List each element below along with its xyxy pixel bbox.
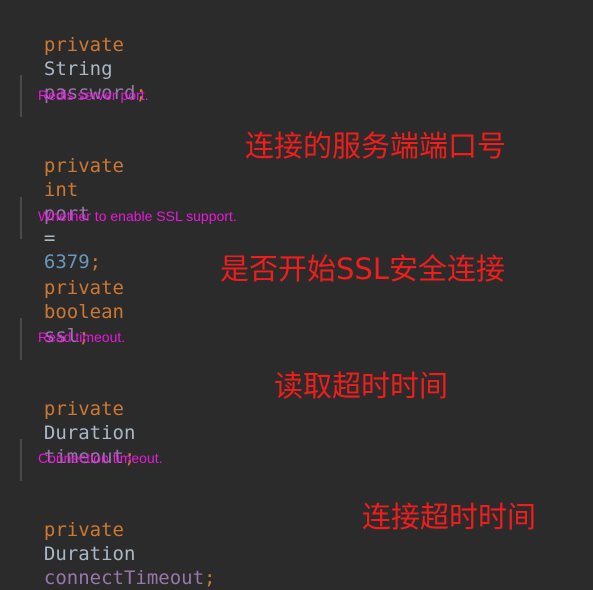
- type-duration: Duration: [43, 422, 136, 444]
- type-duration: Duration: [43, 543, 136, 565]
- assign-operator: =: [43, 227, 56, 249]
- type-string: String: [43, 58, 113, 80]
- keyword-private: private: [43, 519, 124, 541]
- keyword-private: private: [43, 398, 124, 420]
- keyword-private: private: [43, 155, 124, 177]
- type-int: int: [43, 179, 79, 201]
- keyword-private: private: [43, 277, 124, 299]
- doc-comment-timeout: Read timeout.: [38, 329, 126, 345]
- doc-comment-bar: [20, 439, 22, 481]
- annotation-timeout: 读取超时时间: [274, 369, 449, 403]
- annotation-connect-timeout: 连接超时时间: [362, 500, 537, 534]
- doc-comment-port: Redis server port.: [38, 87, 149, 103]
- annotation-ssl: 是否开始SSL安全连接: [220, 252, 505, 286]
- doc-comment-bar: [20, 75, 22, 117]
- semicolon: ;: [204, 567, 216, 589]
- doc-comment-bar: [20, 197, 22, 239]
- keyword-private: private: [43, 34, 124, 56]
- annotation-port: 连接的服务端端口号: [245, 129, 507, 163]
- doc-comment-bar: [20, 318, 22, 360]
- doc-comment-connect-timeout: Connection timeout.: [38, 450, 163, 466]
- code-line-connect-timeout: private Duration connectTimeout;: [21, 494, 216, 590]
- doc-comment-ssl: Whether to enable SSL support.: [38, 208, 237, 224]
- type-boolean: boolean: [43, 301, 124, 323]
- field-connect-timeout: connectTimeout: [43, 567, 205, 589]
